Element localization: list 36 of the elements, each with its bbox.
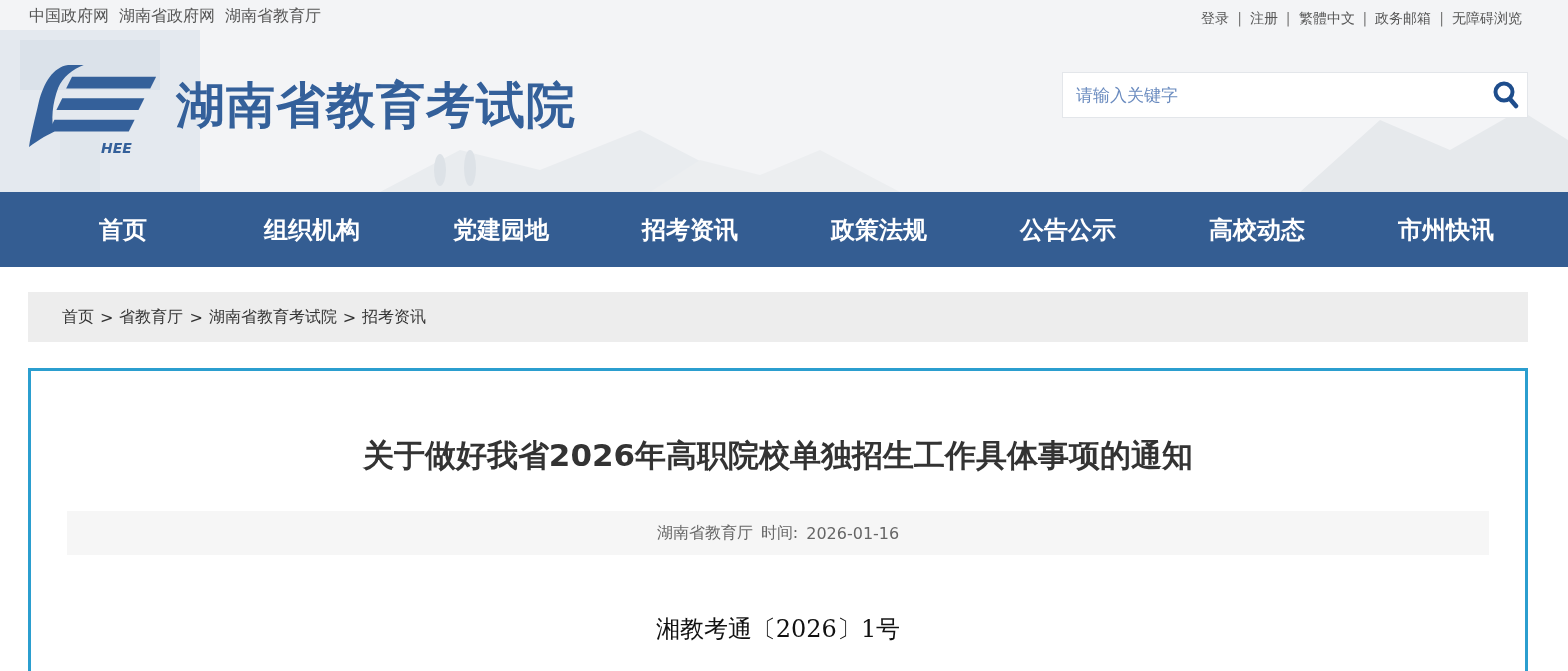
- nav-item[interactable]: 首页: [28, 192, 217, 267]
- header-link[interactable]: 无障碍浏览: [1452, 7, 1522, 29]
- header-link[interactable]: 登录: [1201, 7, 1230, 29]
- article-date: 2026-01-16: [806, 523, 900, 543]
- nav-item[interactable]: 公告公示: [973, 192, 1162, 267]
- nav-item[interactable]: 高校动态: [1162, 192, 1351, 267]
- search-icon[interactable]: [1493, 81, 1519, 109]
- nav-item[interactable]: 党建园地: [406, 192, 595, 267]
- separator: |: [1285, 10, 1291, 26]
- article-title: 关于做好我省2026年高职院校单独招生工作具体事项的通知: [361, 436, 1195, 475]
- site-name: 湖南省教育考试院: [176, 76, 576, 136]
- separator: |: [1439, 10, 1444, 26]
- site-link[interactable]: 湖南省政府网: [119, 4, 215, 32]
- nav-item[interactable]: 政策法规: [784, 192, 973, 267]
- time-label: 时间:: [760, 522, 799, 544]
- article-source: 湖南省教育厅: [656, 522, 753, 544]
- search-field[interactable]: 请输入关键字: [1062, 72, 1528, 118]
- separator: |: [1237, 10, 1242, 26]
- breadcrumb-separator: >: [342, 307, 357, 327]
- document-number: 湘教考通〔2026〕1号: [654, 614, 902, 645]
- site-link[interactable]: 中国政府网: [29, 4, 109, 32]
- nav-item[interactable]: 市州快讯: [1351, 192, 1540, 267]
- header-link[interactable]: 繁體中文: [1298, 7, 1355, 29]
- breadcrumb-separator: >: [100, 307, 114, 327]
- header-link[interactable]: 注册: [1249, 7, 1278, 29]
- nav-item[interactable]: 招考资讯: [595, 192, 784, 267]
- logo-text: HEE: [101, 140, 132, 156]
- breadcrumb-link[interactable]: 湖南省教育考试院: [208, 306, 337, 328]
- breadcrumb-link[interactable]: 首页: [62, 306, 94, 328]
- site-link[interactable]: 湖南省教育厅: [225, 4, 321, 32]
- header-link[interactable]: 政务邮箱: [1375, 7, 1432, 29]
- nav-item[interactable]: 组织机构: [217, 192, 406, 267]
- breadcrumb-separator: >: [189, 307, 203, 327]
- separator: |: [1362, 10, 1368, 26]
- breadcrumb-link[interactable]: 招考资讯: [362, 306, 427, 328]
- breadcrumb-link[interactable]: 省教育厅: [119, 306, 184, 328]
